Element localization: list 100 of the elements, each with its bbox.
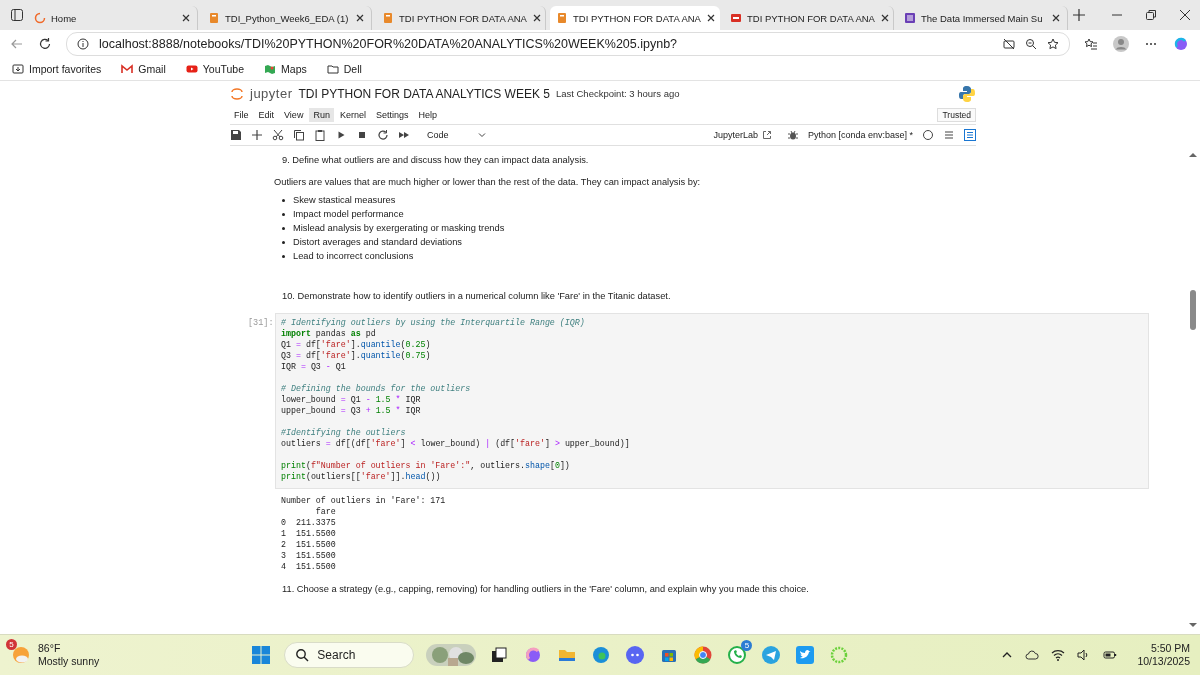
search-icon	[295, 648, 310, 662]
star-icon[interactable]	[1047, 37, 1059, 50]
clock[interactable]: 5:50 PM 10/13/2025	[1137, 642, 1190, 668]
close-icon[interactable]	[879, 13, 890, 23]
cut-icon[interactable]	[272, 129, 284, 141]
stop-icon[interactable]	[356, 129, 368, 141]
wifi-icon[interactable]	[1051, 648, 1066, 662]
bullet-icon	[282, 226, 285, 230]
scrollbar-thumb[interactable]	[1190, 290, 1196, 330]
question-text: 11. Choose a strategy (e.g., capping, removing) for handling outliers in the 'Fare' column, and explain why you made this choice.	[282, 584, 810, 594]
external-link-icon[interactable]	[761, 130, 772, 140]
code-line: # Identifying outliers by using the Interquartile Range (IQR)	[281, 317, 586, 328]
paste-icon[interactable]	[314, 129, 326, 141]
bug-icon[interactable]	[786, 129, 799, 141]
taskbar-search[interactable]: Search	[284, 642, 415, 668]
bookmark[interactable]: Dell	[326, 62, 362, 75]
answer-paragraph: Outliers are values that are much higher or lower than the rest of the data. They can impact analysis by:	[274, 177, 702, 187]
browser-icon[interactable]	[591, 645, 612, 665]
kernel-name[interactable]: Python [conda env:base] *	[807, 130, 913, 140]
import-icon	[12, 62, 24, 75]
task-view-icon[interactable]	[489, 645, 510, 665]
mail-icon	[121, 62, 134, 75]
menu-item[interactable]: Help	[414, 108, 441, 122]
close-icon[interactable]	[181, 13, 191, 23]
tab-title: TDI_Python_Week6_EDA (1)	[225, 12, 350, 24]
zoom-icon[interactable]	[1025, 37, 1037, 50]
trusted-indicator[interactable]: Trusted	[937, 108, 976, 122]
jupyterlab-link[interactable]: JupyterLab	[713, 130, 758, 140]
jupyter-brand: jupyter	[250, 86, 293, 101]
bullet-icon	[282, 212, 285, 216]
bookmark[interactable]: Maps	[264, 62, 307, 75]
menu-item[interactable]: View	[280, 108, 308, 122]
code-line: upper_bound = Q3 + 1.5 * IQR	[281, 405, 422, 416]
camera-off-icon[interactable]	[1003, 37, 1015, 50]
python-logo-icon	[958, 84, 976, 103]
menu-icon[interactable]	[943, 129, 955, 141]
favorites-icon[interactable]	[1084, 36, 1098, 51]
menu-item[interactable]: Edit	[254, 108, 279, 122]
close-icon[interactable]	[1051, 13, 1061, 23]
chat-icon[interactable]	[625, 645, 646, 665]
add-cell-icon[interactable]	[251, 129, 263, 141]
output-line: 0 211.3375	[281, 517, 337, 528]
bullet-text: Mislead analysis by exergerating or masking trends	[293, 223, 505, 233]
menu-item[interactable]: Run	[309, 108, 334, 122]
close-icon[interactable]	[355, 13, 365, 23]
cell-type-dropdown[interactable]: Code	[423, 130, 491, 140]
temperature: 86°F	[38, 642, 62, 655]
notification-badge: 5	[6, 639, 17, 650]
tab-title: TDI PYTHON FOR DATA ANA	[399, 12, 527, 24]
scroll-down-icon[interactable]	[1188, 620, 1198, 630]
notebook-title[interactable]: TDI PYTHON FOR DATA ANALYTICS WEEK 5	[298, 86, 550, 101]
bullet-icon	[282, 254, 285, 258]
question-text: 9. Define what outliers are and discuss how they can impact data analysis.	[282, 155, 590, 165]
code-line: Q1 = df['fare'].quantile(0.25)	[281, 339, 432, 350]
table-of-contents-icon[interactable]	[964, 129, 976, 141]
code-line: print(f"Number of outliers in 'Fare':", outliers.shape[0])	[281, 460, 571, 471]
menu-item[interactable]: Kernel	[335, 108, 370, 122]
book-icon	[556, 12, 568, 24]
output-line: fare	[314, 506, 337, 517]
bullet-text: Lead to incorrect conclusions	[293, 251, 414, 261]
close-icon[interactable]	[705, 13, 716, 23]
book-icon	[208, 12, 220, 24]
restart-icon[interactable]	[377, 129, 389, 141]
browser-icon[interactable]	[693, 645, 714, 665]
profile-avatar-icon[interactable]	[1112, 34, 1130, 53]
battery-icon[interactable]	[1103, 648, 1118, 662]
caret-icon	[476, 130, 487, 140]
bookmark[interactable]: Gmail	[121, 62, 166, 75]
document-icon	[904, 12, 916, 24]
bullet-text: Distort averages and standard deviations	[293, 237, 462, 247]
refresh-icon[interactable]	[38, 36, 52, 51]
menu-item[interactable]: File	[230, 108, 253, 122]
restore-icon[interactable]	[1144, 8, 1158, 22]
save-icon[interactable]	[230, 129, 242, 141]
bird-icon[interactable]	[795, 645, 816, 665]
cloud-icon[interactable]	[1025, 648, 1040, 662]
bookmark[interactable]: Import favorites	[12, 62, 102, 75]
bullet-icon	[282, 198, 285, 202]
notification-badge: 5	[741, 640, 753, 651]
code-line: lower_bound = Q1 - 1.5 * IQR	[281, 394, 422, 405]
browser-tab[interactable]: TDI PYTHON FOR DATA ANA	[550, 6, 720, 30]
address-field[interactable]: localhost:8888/notebooks/TDI%20PYTHON%20FOR%20DATA%20ANALYTICS%20WEEK%205.ipynb?	[66, 31, 1070, 56]
code-line: outliers = df[(df['fare'] < lower_bound) | (df['fare'] > upper_bound)]	[281, 438, 631, 449]
fast-forward-icon[interactable]	[398, 129, 410, 141]
copy-icon[interactable]	[293, 129, 305, 141]
sidebar-toggle-icon[interactable]	[10, 8, 24, 22]
output-line: 3 151.5500	[281, 550, 337, 561]
paper-plane-icon[interactable]	[761, 645, 782, 665]
code-line: import pandas as pd	[281, 328, 377, 339]
run-icon[interactable]	[335, 129, 347, 141]
windows-start-icon[interactable]	[250, 644, 273, 666]
sun-cloud-icon	[10, 644, 32, 666]
menu-item[interactable]: Settings	[371, 108, 413, 122]
phone-chat-icon[interactable]	[727, 645, 748, 665]
scroll-up-icon[interactable]	[1188, 150, 1198, 160]
close-window-icon[interactable]	[1178, 8, 1192, 22]
new-tab-icon[interactable]	[1072, 8, 1086, 22]
bookmark[interactable]: YouTube	[185, 62, 245, 75]
close-icon[interactable]	[531, 13, 542, 23]
map-icon	[264, 62, 277, 75]
